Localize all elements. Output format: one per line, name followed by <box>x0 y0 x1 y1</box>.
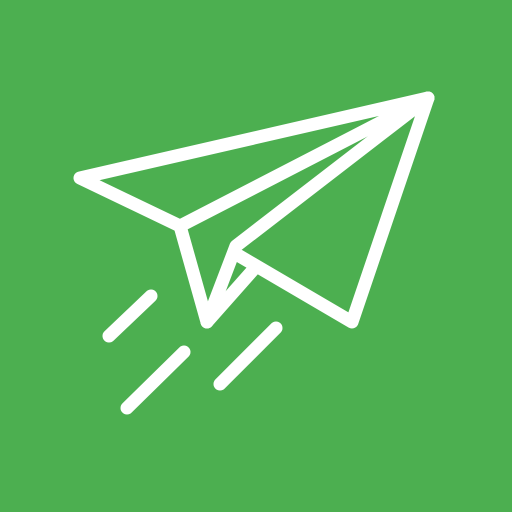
icon-background <box>0 0 512 512</box>
paper-plane-icon <box>0 0 512 512</box>
app-icon-tile <box>0 0 512 512</box>
